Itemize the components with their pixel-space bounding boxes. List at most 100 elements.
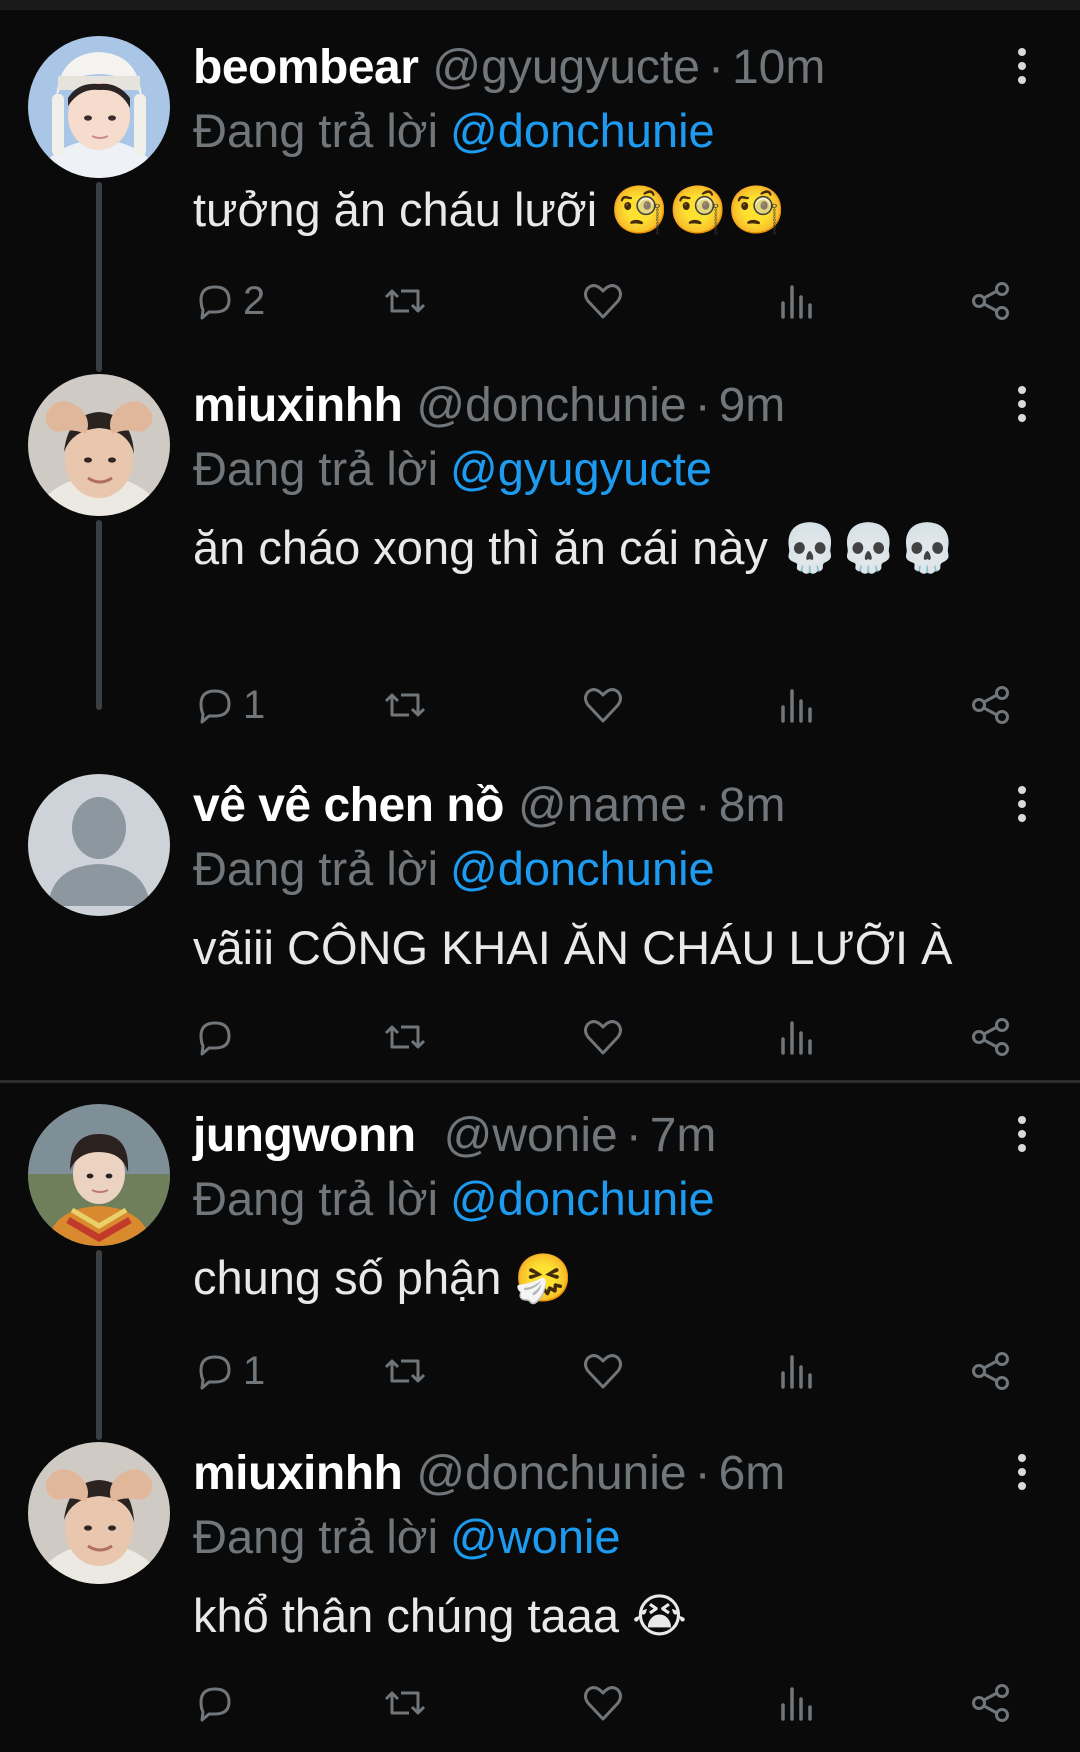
avatar[interactable] <box>28 36 170 178</box>
tweet-header: miuxinhh @donchunie · 9m <box>193 374 785 438</box>
share-button[interactable] <box>969 1346 1013 1396</box>
like-icon <box>584 688 622 723</box>
replying-to-handle[interactable]: @donchunie <box>450 842 715 895</box>
share-icon <box>972 686 1009 724</box>
avatar[interactable] <box>28 774 170 916</box>
replying-to-label: Đang trả lời <box>193 442 439 495</box>
tweet-header: beombear @gyugyucte · 10m <box>193 36 825 100</box>
more-vertical-icon[interactable] <box>1010 44 1034 92</box>
display-name[interactable]: miuxinhh <box>193 379 403 432</box>
reply-count: 1 <box>243 1349 266 1393</box>
replying-to-handle[interactable]: @gyugyucte <box>450 442 712 495</box>
timestamp[interactable]: 10m <box>732 41 825 94</box>
replying-to: Đang trả lời @donchunie <box>193 838 715 900</box>
tweet-text: tưởng ăn cháu lưỡi 🧐🧐🧐 <box>193 183 786 236</box>
user-handle[interactable]: @wonie <box>444 1109 618 1162</box>
share-icon <box>972 1684 1009 1722</box>
retweet-button[interactable] <box>383 1346 427 1396</box>
views-button[interactable] <box>775 1346 819 1396</box>
action-bar: 1 <box>193 680 1033 730</box>
retweet-button[interactable] <box>383 276 427 326</box>
display-name[interactable]: miuxinhh <box>193 1447 403 1500</box>
tweet-header: miuxinhh @donchunie · 6m <box>193 1442 785 1506</box>
tweet-text: chung số phận 🤧 <box>193 1251 573 1304</box>
reply-button[interactable]: 1 <box>193 1346 265 1396</box>
timestamp[interactable]: 7m <box>650 1109 717 1162</box>
like-button[interactable] <box>581 1012 625 1062</box>
views-icon <box>781 1021 812 1055</box>
replying-to-label: Đang trả lời <box>193 104 439 157</box>
reply-button[interactable] <box>193 1012 243 1062</box>
default-avatar-icon <box>28 774 170 916</box>
share-button[interactable] <box>969 1012 1013 1062</box>
retweet-button[interactable] <box>383 680 427 730</box>
views-icon <box>781 1687 812 1721</box>
avatar[interactable] <box>28 374 170 516</box>
replying-to-handle[interactable]: @wonie <box>450 1510 621 1563</box>
views-button[interactable] <box>775 1678 819 1728</box>
like-icon <box>584 1354 622 1389</box>
reply-button[interactable] <box>193 1678 243 1728</box>
display-name[interactable]: jungwonn <box>193 1109 416 1162</box>
separator: · <box>694 1447 711 1500</box>
reply-icon <box>199 689 231 724</box>
display-name[interactable]: beombear <box>193 41 419 94</box>
share-button[interactable] <box>969 276 1013 326</box>
thread-line <box>96 520 102 710</box>
user-photo-heart-hands-icon <box>28 1442 170 1584</box>
views-button[interactable] <box>775 1012 819 1062</box>
reply-icon <box>199 1355 231 1390</box>
replying-to-handle[interactable]: @donchunie <box>450 104 715 157</box>
timestamp[interactable]: 8m <box>719 779 786 832</box>
reply-button[interactable]: 1 <box>193 680 265 730</box>
user-handle[interactable]: @gyugyucte <box>432 41 700 94</box>
replying-to: Đang trả lời @gyugyucte <box>193 438 712 500</box>
avatar[interactable] <box>28 1104 170 1246</box>
avatar[interactable] <box>28 1442 170 1584</box>
share-button[interactable] <box>969 1678 1013 1728</box>
more-vertical-icon[interactable] <box>1010 1450 1034 1498</box>
user-photo-heart-hands-icon <box>28 374 170 516</box>
like-icon <box>584 284 622 319</box>
tweet-text: ăn cháo xong thì ăn cái này 💀💀💀 <box>193 521 957 574</box>
action-bar <box>193 1012 1033 1062</box>
retweet-icon <box>384 1359 426 1383</box>
replying-to-label: Đang trả lời <box>193 1172 439 1225</box>
timestamp[interactable]: 6m <box>719 1447 786 1500</box>
replying-to: Đang trả lời @donchunie <box>193 100 715 162</box>
like-button[interactable] <box>581 1346 625 1396</box>
tweet-header: vê vê chen nồ @name · 8m <box>193 774 785 838</box>
retweet-button[interactable] <box>383 1012 427 1062</box>
user-handle[interactable]: @donchunie <box>416 379 686 432</box>
views-button[interactable] <box>775 680 819 730</box>
timestamp[interactable]: 9m <box>719 379 786 432</box>
tweet-text: khổ thân chúng taaa 😭 <box>193 1589 687 1642</box>
more-vertical-icon[interactable] <box>1010 1112 1034 1160</box>
user-photo-beanie-icon <box>28 36 170 178</box>
retweet-button[interactable] <box>383 1678 427 1728</box>
replying-to: Đang trả lời @donchunie <box>193 1168 715 1230</box>
separator: · <box>694 379 711 432</box>
tweet-text: vãiii CÔNG KHAI ĂN CHÁU LƯỠI À <box>193 921 953 974</box>
retweet-icon <box>384 289 426 313</box>
display-name[interactable]: vê vê chen nồ <box>193 779 504 832</box>
like-button[interactable] <box>581 680 625 730</box>
more-vertical-icon[interactable] <box>1010 382 1034 430</box>
reply-icon <box>199 1687 231 1722</box>
user-handle[interactable]: @donchunie <box>416 1447 686 1500</box>
like-button[interactable] <box>581 1678 625 1728</box>
user-handle[interactable]: @name <box>518 779 687 832</box>
thread-line <box>96 1250 102 1440</box>
reply-timeline: beombear @gyugyucte · 10m Đang trả lời @donc… <box>0 0 1080 1752</box>
retweet-icon <box>384 1025 426 1049</box>
reply-button[interactable]: 2 <box>193 276 265 326</box>
replying-to-handle[interactable]: @donchunie <box>450 1172 715 1225</box>
share-button[interactable] <box>969 680 1013 730</box>
action-bar: 2 <box>193 276 1033 326</box>
divider <box>0 1080 1080 1083</box>
views-button[interactable] <box>775 276 819 326</box>
more-vertical-icon[interactable] <box>1010 782 1034 830</box>
like-button[interactable] <box>581 276 625 326</box>
views-icon <box>781 689 812 723</box>
like-icon <box>584 1020 622 1055</box>
